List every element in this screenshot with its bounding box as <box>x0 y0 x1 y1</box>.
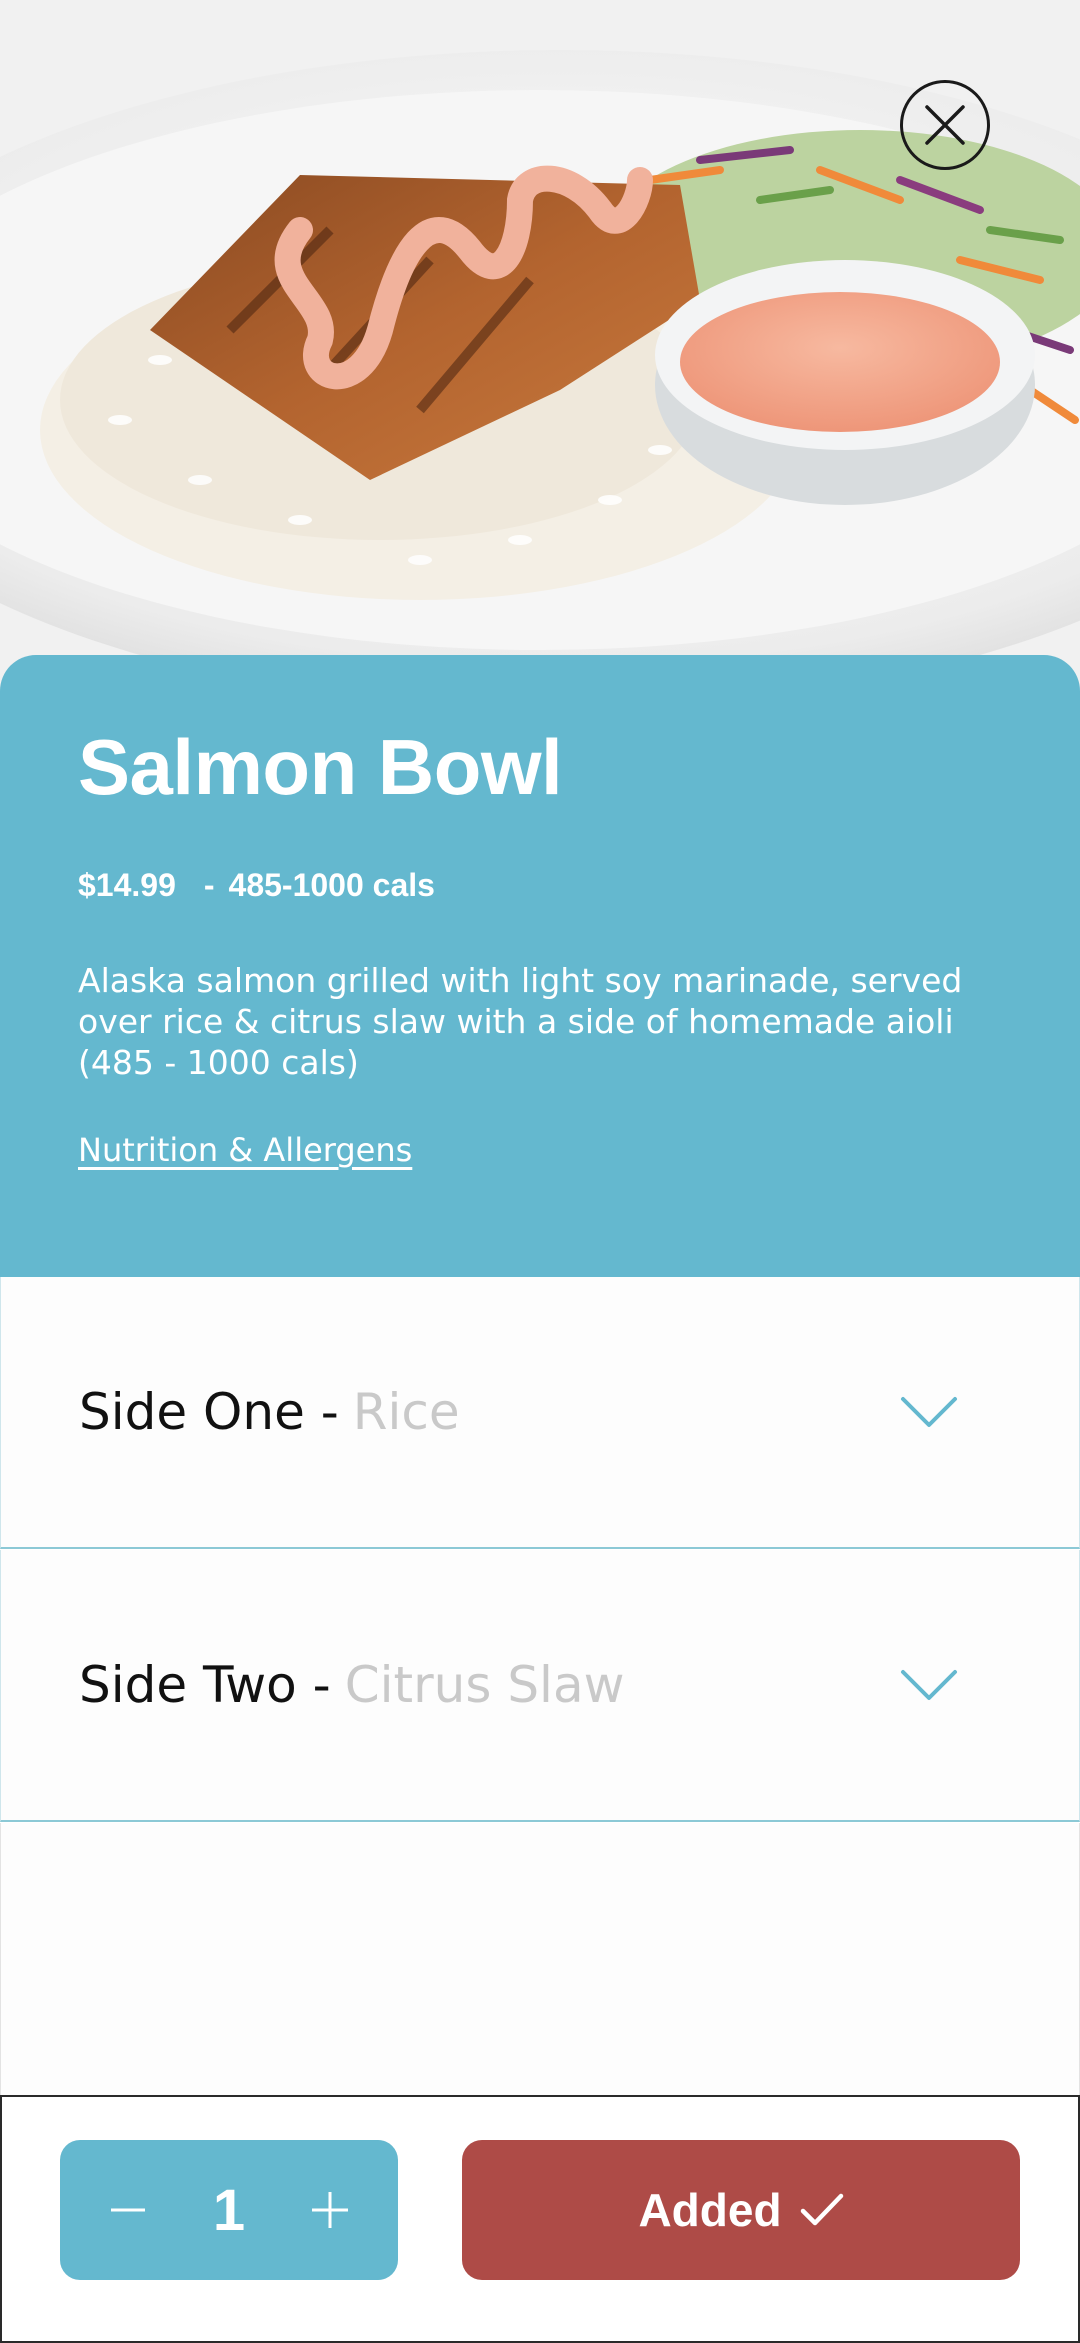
price-calories-line: $14.99 - 485-1000 cals <box>78 867 1002 904</box>
added-to-cart-button[interactable]: Added <box>462 2140 1020 2280</box>
minus-icon <box>111 2208 145 2212</box>
increment-button[interactable] <box>300 2180 360 2240</box>
plus-icon <box>311 2192 348 2228</box>
quantity-stepper: 1 <box>60 2140 398 2280</box>
check-icon <box>800 2192 844 2228</box>
side-one-selector[interactable]: Side One - Rice <box>0 1277 1080 1549</box>
side-one-label: Side One - <box>79 1383 339 1441</box>
side-two-label: Side Two - <box>79 1656 331 1714</box>
close-button[interactable] <box>900 80 990 170</box>
chevron-down-icon <box>901 1670 957 1700</box>
hero-image <box>0 0 1080 700</box>
quantity-value: 1 <box>212 2177 246 2243</box>
item-info-panel: Salmon Bowl $14.99 - 485-1000 cals Alask… <box>0 655 1080 1277</box>
added-label: Added <box>638 2184 782 2236</box>
item-calories: 485-1000 cals <box>228 866 435 903</box>
side-two-value: Citrus Slaw <box>344 1656 625 1714</box>
empty-area <box>0 1823 1080 2095</box>
price-separator: - <box>203 866 215 903</box>
bottom-action-bar: 1 Added <box>0 2095 1080 2343</box>
close-icon <box>925 105 965 145</box>
side-one-value: Rice <box>352 1383 460 1441</box>
decrement-button[interactable] <box>98 2180 158 2240</box>
chevron-down-icon <box>901 1397 957 1427</box>
item-title: Salmon Bowl <box>78 723 563 811</box>
item-price: $14.99 <box>78 866 176 903</box>
side-two-selector[interactable]: Side Two - Citrus Slaw <box>0 1550 1080 1822</box>
item-description: Alaska salmon grilled with light soy mar… <box>78 960 963 1082</box>
nutrition-allergens-link[interactable]: Nutrition & Allergens <box>78 1131 412 1169</box>
